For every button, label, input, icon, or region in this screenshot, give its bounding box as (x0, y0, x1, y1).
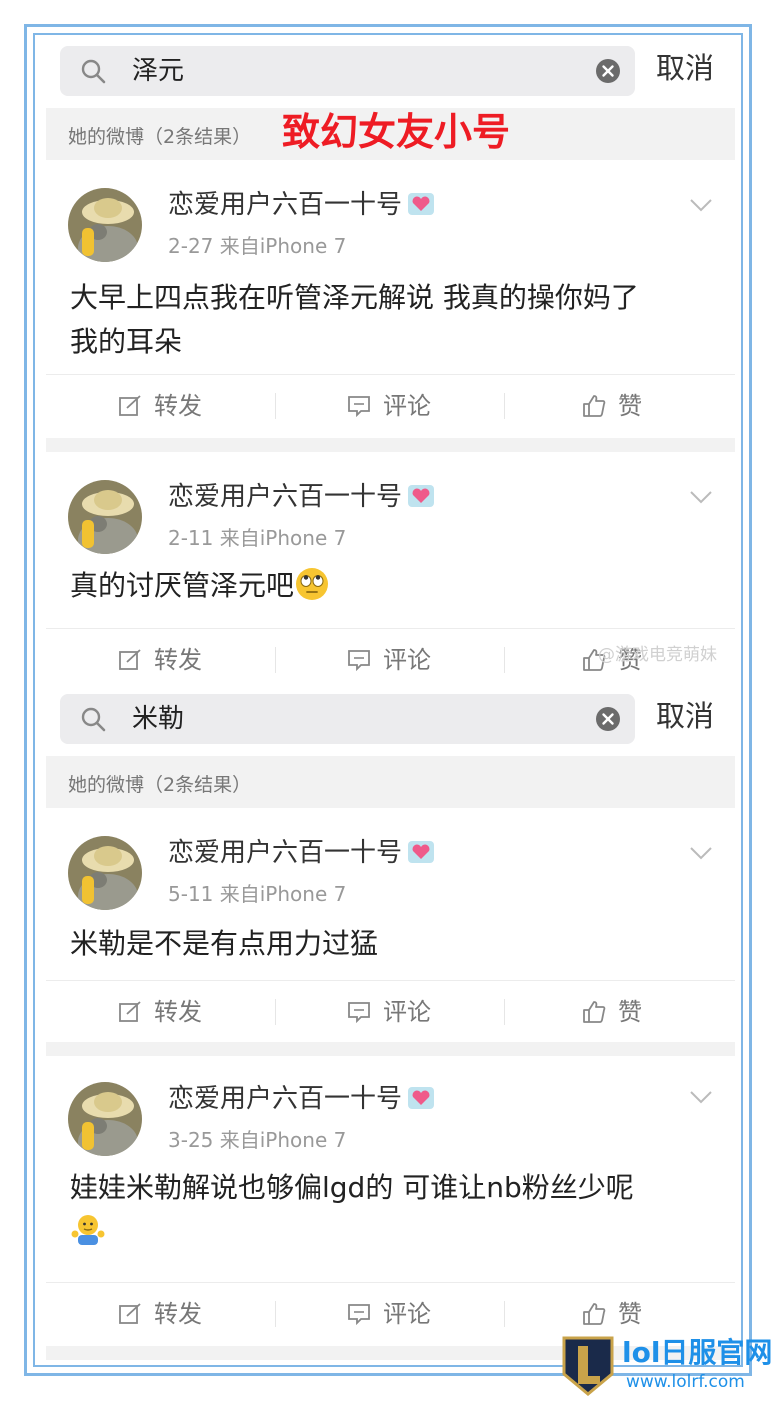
search-icon (81, 59, 106, 84)
post-actions: 转发 评论 赞 (46, 980, 735, 1043)
eye-roll-emoji (296, 568, 329, 600)
repost-button[interactable]: 转发 (46, 629, 275, 691)
clear-icon[interactable] (595, 706, 621, 732)
comment-icon (348, 650, 370, 672)
results-header: 她的微博（2条结果） (46, 756, 735, 808)
logo-url: www.lolrf.com (626, 1372, 745, 1392)
avatar[interactable] (68, 480, 142, 554)
chevron-down-icon[interactable] (689, 198, 713, 212)
heart-badge-icon (408, 841, 435, 863)
repost-button[interactable]: 转发 (46, 375, 275, 437)
repost-icon (119, 649, 141, 670)
repost-icon (119, 1303, 141, 1324)
post-text: 大早上四点我在听管泽元解说 我真的操你妈了 我的耳朵 (70, 281, 639, 358)
comment-button[interactable]: 评论 (275, 981, 504, 1043)
post-text: 米勒是不是有点用力过猛 (70, 927, 379, 960)
annotation-text: 致幻女友小号 (282, 110, 511, 154)
search-icon (81, 707, 106, 732)
comment-icon (348, 1002, 370, 1024)
screenshot-content: 泽元 取消 她的微博（2条结果） 致幻女友小号 恋爱用户六百一十号 2-27 来… (46, 46, 735, 1362)
cancel-button[interactable]: 取消 (656, 50, 714, 86)
post-card[interactable]: 恋爱用户六百一十号 3-25 来自iPhone 7 娃娃米勒解说也够偏lgd的 … (46, 1056, 735, 1346)
post-card[interactable]: 恋爱用户六百一十号 5-11 来自iPhone 7 米勒是不是有点用力过猛 转发… (46, 808, 735, 1042)
chevron-down-icon[interactable] (689, 1090, 713, 1104)
search-bar: 泽元 取消 (46, 46, 735, 108)
results-header: 她的微博（2条结果） 致幻女友小号 (46, 108, 735, 160)
search-input[interactable]: 泽元 (60, 46, 635, 96)
lol-shield-icon (562, 1336, 614, 1396)
like-button[interactable]: 赞 (504, 375, 733, 437)
repost-icon (119, 395, 141, 416)
avatar[interactable] (68, 1082, 142, 1156)
shrug-emoji (71, 1215, 105, 1245)
like-icon (583, 1303, 606, 1325)
post-meta: 2-11 来自iPhone 7 (168, 526, 347, 550)
comment-button[interactable]: 评论 (275, 629, 504, 691)
comment-button[interactable]: 评论 (275, 1283, 504, 1345)
heart-badge-icon (408, 485, 435, 507)
repost-button[interactable]: 转发 (46, 1283, 275, 1345)
like-icon (583, 395, 606, 417)
post-card[interactable]: 恋爱用户六百一十号 2-27 来自iPhone 7 大早上四点我在听管泽元解说 … (46, 160, 735, 438)
repost-button[interactable]: 转发 (46, 981, 275, 1043)
post-actions: 转发 评论 赞 (46, 374, 735, 437)
cancel-button[interactable]: 取消 (656, 698, 714, 734)
search-bar: 米勒 取消 (46, 694, 735, 756)
repost-icon (119, 1001, 141, 1022)
username[interactable]: 恋爱用户六百一十号 (168, 1084, 435, 1114)
avatar[interactable] (68, 188, 142, 262)
search-input[interactable]: 米勒 (60, 694, 635, 744)
chevron-down-icon[interactable] (689, 846, 713, 860)
heart-badge-icon (408, 1087, 435, 1109)
site-logo: lol日服官网 www.lolrf.com (560, 1336, 773, 1398)
search-section-1: 泽元 取消 她的微博（2条结果） 致幻女友小号 恋爱用户六百一十号 2-27 来… (46, 46, 735, 688)
like-button[interactable]: 赞 (504, 981, 733, 1043)
username[interactable]: 恋爱用户六百一十号 (168, 482, 435, 512)
results-label: 她的微博（2条结果） (68, 126, 252, 148)
username[interactable]: 恋爱用户六百一十号 (168, 838, 435, 868)
post-text: 真的讨厌管泽元吧 (70, 564, 720, 608)
results-label: 她的微博（2条结果） (68, 774, 252, 796)
comment-icon (348, 1304, 370, 1326)
search-query: 泽元 (132, 56, 185, 86)
search-query: 米勒 (132, 704, 185, 734)
chevron-down-icon[interactable] (689, 490, 713, 504)
post-text: 娃娃米勒解说也够偏lgd的 可谁让nb粉丝少呢 (70, 1166, 720, 1254)
clear-icon[interactable] (595, 58, 621, 84)
heart-badge-icon (408, 193, 435, 215)
logo-title: lol日服官网 (622, 1336, 773, 1369)
post-separator (46, 1042, 735, 1056)
post-meta: 2-27 来自iPhone 7 (168, 234, 347, 258)
comment-button[interactable]: 评论 (275, 375, 504, 437)
comment-icon (348, 396, 370, 418)
post-separator (46, 438, 735, 452)
search-section-2: 米勒 取消 她的微博（2条结果） 恋爱用户六百一十号 5-11 来自iPhone… (46, 694, 735, 1360)
username[interactable]: 恋爱用户六百一十号 (168, 190, 435, 220)
like-icon (583, 1001, 606, 1023)
avatar[interactable] (68, 836, 142, 910)
watermark: @游戏电竞萌妹 (598, 645, 717, 665)
post-meta: 5-11 来自iPhone 7 (168, 882, 347, 906)
post-meta: 3-25 来自iPhone 7 (168, 1128, 347, 1152)
